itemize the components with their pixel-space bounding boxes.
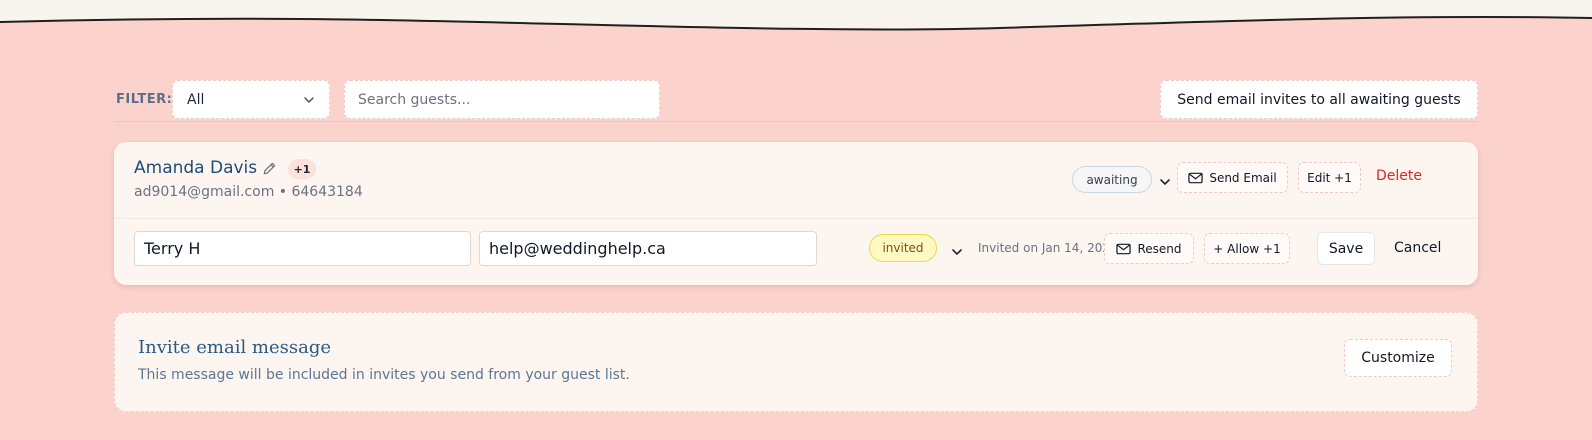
chevron-down-icon (304, 96, 314, 103)
send-all-invites-button[interactable]: Send email invites to all awaiting guest… (1160, 80, 1478, 119)
invite-message-description: This message will be included in invites… (138, 367, 630, 383)
filter-select[interactable]: All (172, 80, 330, 119)
guest-row: Amanda Davis +1 ad9014@gmail.com • 64643… (114, 142, 1478, 219)
search-input[interactable] (344, 80, 660, 119)
delete-button[interactable]: Delete (1376, 168, 1422, 184)
invited-status-badge[interactable]: invited (869, 234, 937, 262)
customize-button[interactable]: Customize (1344, 339, 1452, 377)
plus-one-email-field[interactable] (479, 231, 817, 266)
filter-bar: FILTER: All Send email invites to all aw… (114, 80, 1478, 122)
plus-one-badge: +1 (288, 159, 316, 179)
chevron-down-icon[interactable] (1159, 173, 1171, 192)
guest-name[interactable]: Amanda Davis (134, 158, 257, 178)
edit-plus-one-button[interactable]: Edit +1 (1298, 162, 1361, 193)
send-email-label: Send Email (1209, 170, 1277, 185)
invite-message-title: Invite email message (138, 337, 332, 358)
mail-icon (1188, 172, 1203, 183)
allow-plus-one-button[interactable]: + Allow +1 (1204, 233, 1290, 264)
mail-icon (1116, 243, 1132, 254)
pencil-icon[interactable] (262, 161, 277, 180)
save-button[interactable]: Save (1317, 232, 1375, 265)
filter-select-value: All (187, 91, 205, 108)
invite-message-card: Invite email message This message will b… (114, 312, 1478, 412)
top-wavy-border (0, 0, 1592, 40)
filter-label: FILTER: (116, 92, 173, 107)
resend-button[interactable]: Resend (1104, 233, 1194, 264)
plus-one-name-field[interactable] (134, 231, 471, 266)
cancel-button[interactable]: Cancel (1394, 240, 1441, 256)
chevron-down-icon[interactable] (951, 243, 963, 262)
plus-one-edit-row: invited Invited on Jan 14, 2026 Resend +… (114, 219, 1478, 285)
send-email-button[interactable]: Send Email (1177, 162, 1288, 193)
status-badge[interactable]: awaiting (1072, 166, 1152, 193)
guest-card: Amanda Davis +1 ad9014@gmail.com • 64643… (114, 142, 1478, 285)
resend-label: Resend (1137, 241, 1182, 256)
invited-date: Invited on Jan 14, 2026 (978, 241, 1118, 255)
guest-contact: ad9014@gmail.com • 64643184 (134, 184, 363, 200)
